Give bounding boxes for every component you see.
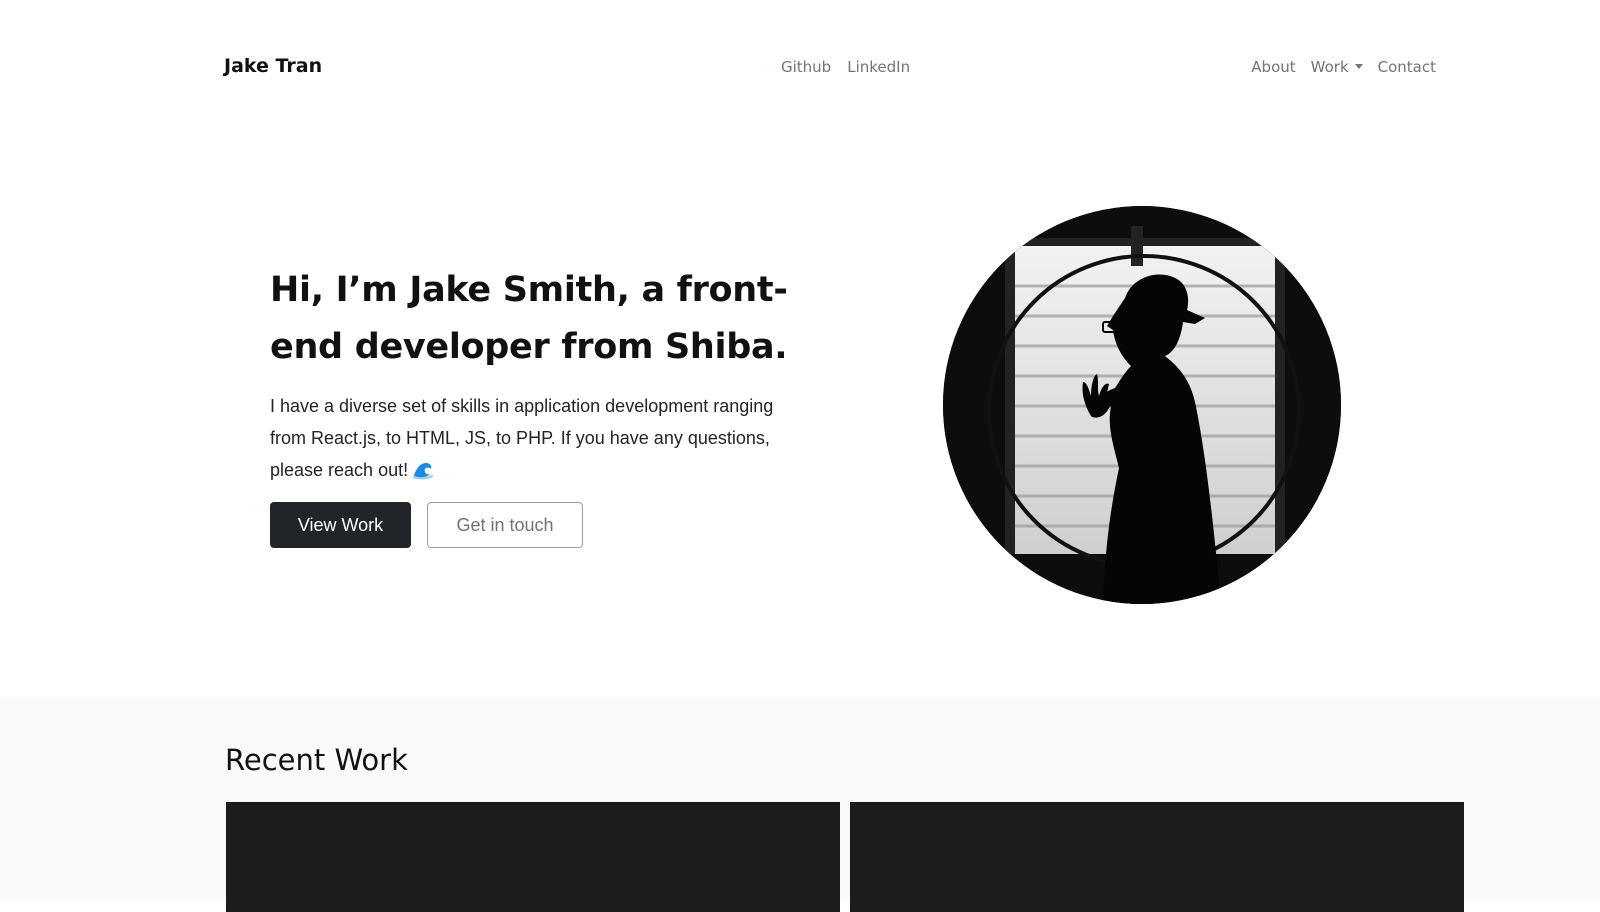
- nav-contact[interactable]: Contact: [1378, 58, 1436, 76]
- main-nav: About Work Contact: [1251, 58, 1436, 76]
- hero-text: Hi, I’m Jake Smith, a front-end develope…: [270, 262, 800, 490]
- nav-about[interactable]: About: [1251, 58, 1295, 76]
- hero-lead: I have a diverse set of skills in applic…: [270, 390, 800, 490]
- wave-icon: [412, 458, 434, 490]
- profile-portrait: [943, 206, 1341, 604]
- github-link[interactable]: Github: [781, 58, 831, 76]
- recent-work-section: Recent Work: [0, 697, 1600, 912]
- get-in-touch-button[interactable]: Get in touch: [427, 502, 583, 548]
- section-title: Recent Work: [225, 743, 408, 777]
- linkedin-link[interactable]: LinkedIn: [847, 58, 910, 76]
- caret-down-icon: [1354, 64, 1363, 69]
- social-links: Github LinkedIn: [781, 58, 910, 76]
- hero-buttons: View Work Get in touch: [270, 502, 583, 548]
- portrait-silhouette-icon: [943, 206, 1341, 604]
- brand-logo[interactable]: Jake Tran: [224, 55, 322, 77]
- work-card-2[interactable]: [850, 802, 1464, 912]
- view-work-button[interactable]: View Work: [270, 502, 411, 548]
- hero-lead-text: I have a diverse set of skills in applic…: [270, 396, 774, 480]
- hero-title: Hi, I’m Jake Smith, a front-end develope…: [270, 270, 788, 367]
- nav-work-dropdown[interactable]: Work: [1311, 58, 1363, 76]
- top-navbar: Jake Tran Github LinkedIn About Work Con…: [0, 0, 1600, 135]
- nav-work-label: Work: [1310, 58, 1349, 76]
- work-card-1[interactable]: [226, 802, 840, 912]
